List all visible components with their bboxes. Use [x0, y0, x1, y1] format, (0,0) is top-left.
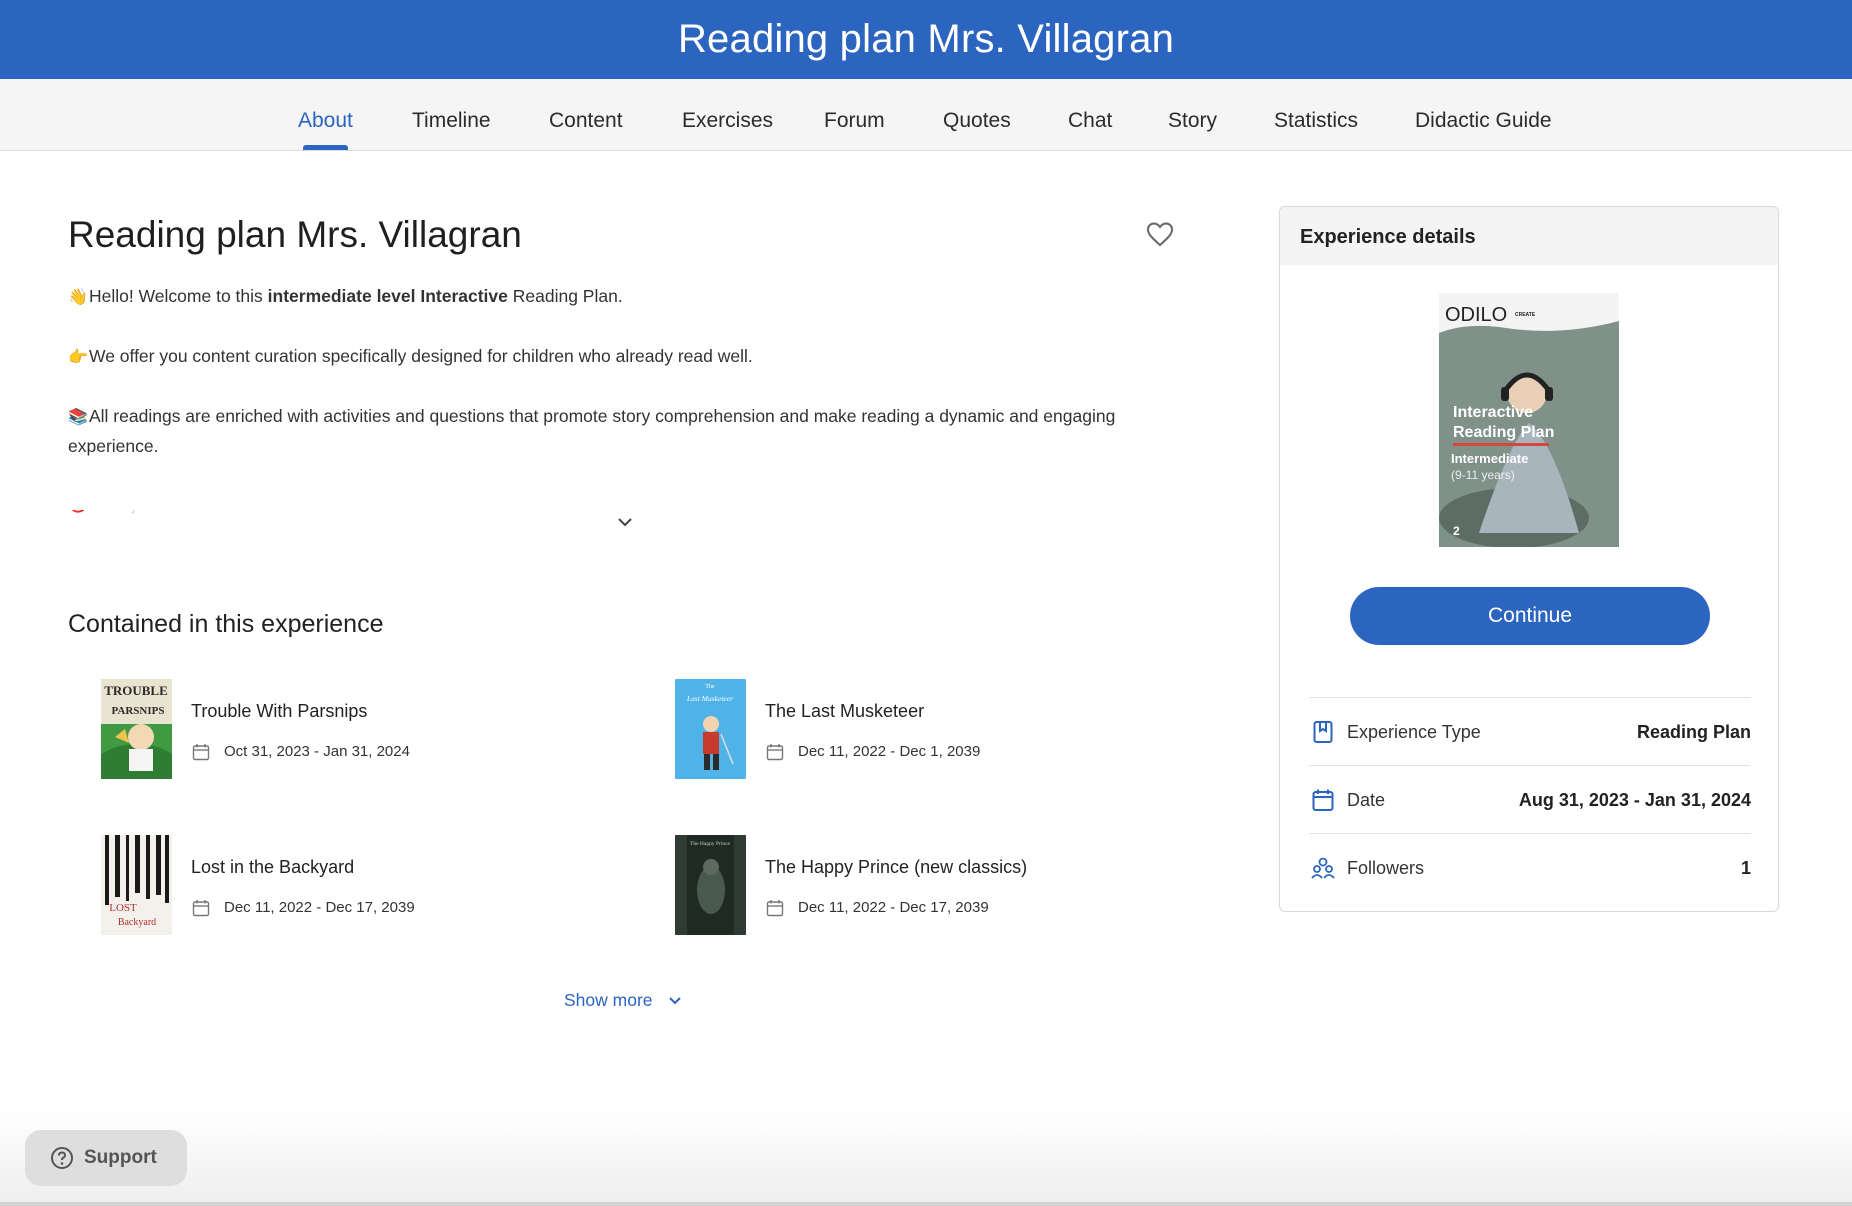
experience-details-card: Experience details ODILO CREATE Interact…	[1279, 206, 1779, 912]
book-date: Oct 31, 2023 - Jan 31, 2024	[224, 743, 410, 760]
svg-text:The Happy Prince: The Happy Prince	[690, 841, 731, 847]
pointing-hand-icon: 👉	[68, 349, 88, 366]
book-title[interactable]: Trouble With Parsnips	[191, 701, 367, 722]
waving-hand-icon: 👋	[68, 289, 88, 306]
list-item[interactable]: The Happy Prince The Happy Prince (new c…	[675, 835, 1235, 945]
tab-timeline[interactable]: Timeline	[412, 79, 491, 150]
tab-chat[interactable]: Chat	[1068, 79, 1112, 150]
tab-didactic-guide[interactable]: Didactic Guide	[1415, 79, 1552, 150]
description-paragraph: 📚All readings are enriched with activiti…	[68, 406, 1116, 456]
detail-label: Experience Type	[1347, 722, 1481, 742]
detail-value: 1	[1740, 858, 1751, 878]
svg-text:2: 2	[1453, 524, 1460, 538]
svg-text:Interactive: Interactive	[1453, 404, 1533, 421]
show-more-label: Show more	[564, 990, 653, 1010]
svg-text:Last Musketeer: Last Musketeer	[686, 694, 733, 703]
list-item[interactable]: LOST Backyard Lost in the Backyard Dec 1…	[101, 835, 661, 945]
list-item[interactable]: TROUBLE PARSNIPS Trouble With Parsnips O…	[101, 679, 661, 789]
book-cover[interactable]: The Last Musketeer	[675, 679, 746, 779]
books-icon: 📚	[68, 409, 88, 426]
svg-text:Backyard: Backyard	[118, 917, 156, 928]
detail-value: Aug 31, 2023 - Jan 31, 2024	[1518, 790, 1751, 810]
tab-statistics[interactable]: Statistics	[1274, 79, 1358, 150]
calendar-icon	[766, 900, 784, 917]
svg-text:PARSNIPS: PARSNIPS	[112, 705, 165, 717]
svg-text:Intermediate: Intermediate	[1451, 451, 1528, 466]
plan-cover: ODILO CREATE Interactive Reading Plan In…	[1439, 293, 1619, 547]
book-title[interactable]: The Last Musketeer	[765, 701, 924, 722]
detail-label: Date	[1347, 790, 1386, 810]
tab-story[interactable]: Story	[1168, 79, 1217, 150]
heart-icon[interactable]	[1146, 221, 1174, 247]
show-more-button[interactable]: Show more	[564, 990, 683, 1011]
book-date: Dec 11, 2022 - Dec 1, 2039	[798, 743, 981, 760]
tab-quotes[interactable]: Quotes	[943, 79, 1011, 150]
support-button[interactable]: Support	[25, 1130, 187, 1186]
calendar-icon	[766, 744, 784, 761]
tab-forum[interactable]: Forum	[824, 79, 885, 150]
card-header: Experience details	[1280, 207, 1778, 265]
list-item[interactable]: The Last Musketeer The Last Musketeer De…	[675, 679, 1235, 789]
support-label: Support	[84, 1147, 157, 1168]
svg-text:Reading Plan: Reading Plan	[1453, 424, 1554, 441]
description-paragraph: 👉We offer you content curation specifica…	[68, 342, 1148, 372]
header-title: Reading plan Mrs. Villagran	[677, 17, 1175, 61]
calendar-icon	[192, 900, 210, 917]
detail-label: Followers	[1347, 858, 1425, 878]
bottom-shade	[0, 1110, 1852, 1206]
detail-value: Reading Plan	[1636, 722, 1751, 742]
bookmark-icon	[1313, 721, 1333, 743]
description-fade	[60, 470, 1160, 510]
tab-content[interactable]: Content	[549, 79, 623, 150]
book-date: Dec 11, 2022 - Dec 17, 2039	[798, 899, 989, 916]
detail-row-experience-type: Experience Type Reading Plan	[1309, 697, 1751, 765]
detail-row-followers: Followers 1	[1309, 833, 1751, 901]
description-paragraph: 👋Hello! Welcome to this intermediate lev…	[68, 282, 1148, 312]
calendar-icon	[192, 744, 210, 761]
tab-about[interactable]: About	[298, 79, 353, 150]
page-header: Reading plan Mrs. Villagran	[0, 0, 1852, 79]
book-title[interactable]: Lost in the Backyard	[191, 857, 354, 878]
svg-text:LOST: LOST	[109, 902, 137, 914]
svg-text:(9-11 years): (9-11 years)	[1451, 468, 1515, 482]
section-title: Contained in this experience	[68, 610, 384, 638]
book-cover[interactable]: The Happy Prince	[675, 835, 746, 935]
book-cover[interactable]: TROUBLE PARSNIPS	[101, 679, 172, 779]
continue-button[interactable]: Continue	[1350, 587, 1710, 645]
svg-text:The: The	[705, 684, 715, 690]
book-date: Dec 11, 2022 - Dec 17, 2039	[224, 899, 415, 916]
book-title[interactable]: The Happy Prince (new classics)	[765, 857, 1027, 878]
chevron-down-icon	[668, 996, 681, 1004]
svg-text:ODILO: ODILO	[1445, 304, 1507, 326]
book-cover[interactable]: LOST Backyard	[101, 835, 172, 935]
tab-exercises[interactable]: Exercises	[682, 79, 773, 150]
chevron-down-icon[interactable]	[616, 515, 634, 529]
help-icon	[51, 1147, 73, 1169]
detail-row-date: Date Aug 31, 2023 - Jan 31, 2024	[1309, 765, 1751, 833]
users-icon	[1311, 857, 1335, 879]
calendar-icon	[1312, 789, 1334, 811]
tab-bar: About Timeline Content Exercises Forum Q…	[0, 79, 1852, 151]
divider	[0, 1202, 1852, 1206]
svg-text:CREATE: CREATE	[1515, 312, 1536, 318]
page-title: Reading plan Mrs. Villagran	[68, 214, 522, 255]
svg-text:TROUBLE: TROUBLE	[104, 683, 168, 698]
